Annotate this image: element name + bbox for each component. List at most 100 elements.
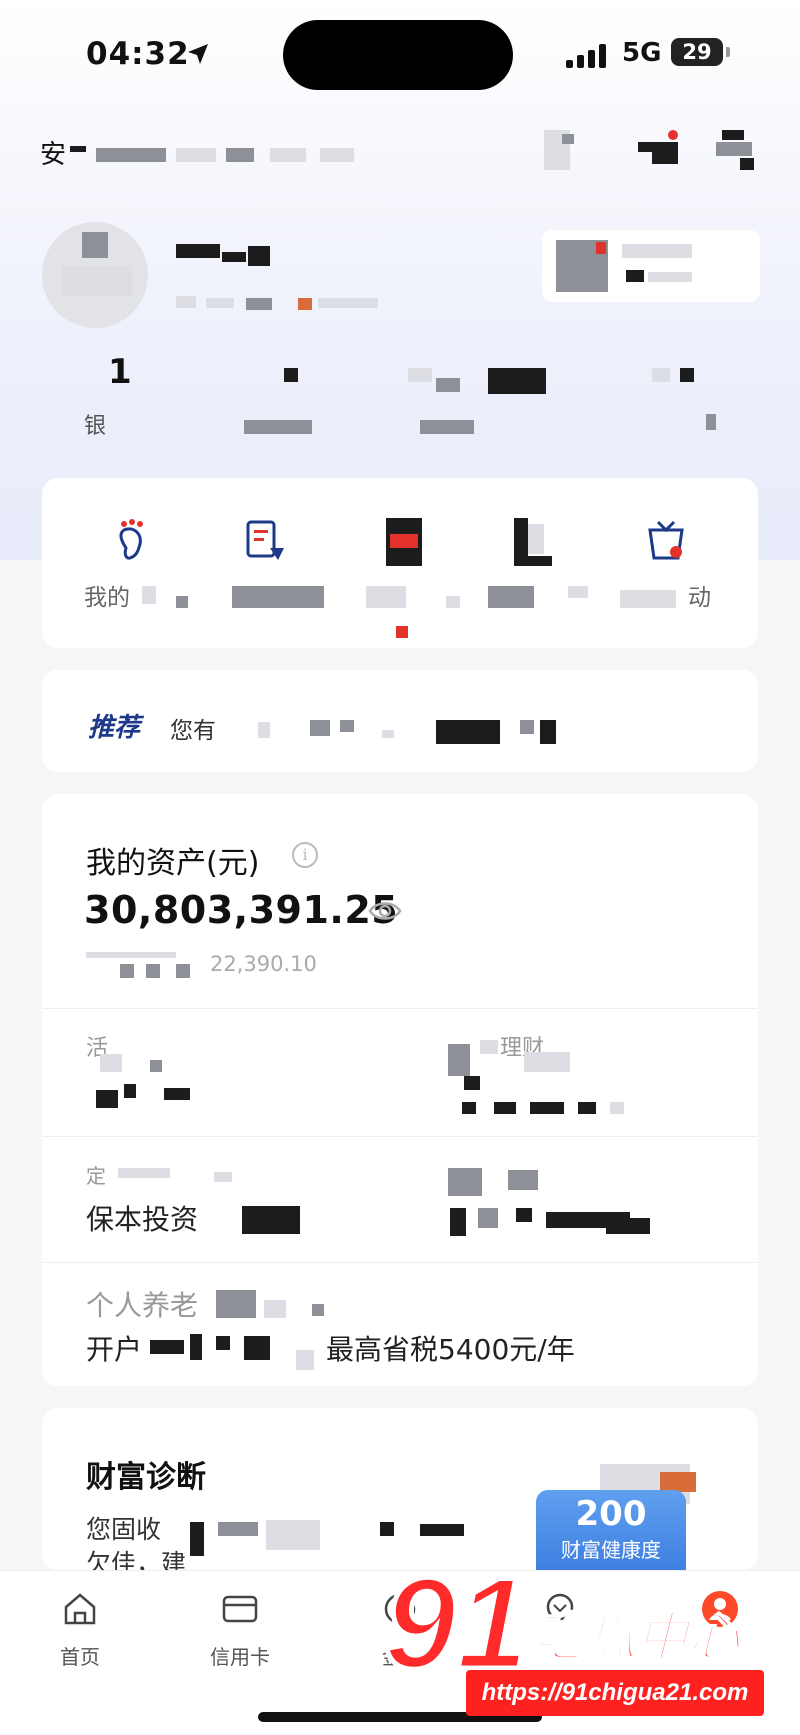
recommend-card[interactable] (42, 670, 758, 772)
redacted-label (620, 590, 676, 608)
redacted-label (366, 586, 406, 608)
message-icon[interactable] (638, 130, 678, 170)
redacted-stat (420, 420, 474, 434)
redacted (530, 1102, 564, 1114)
redacted-text (258, 722, 270, 738)
promo-chip[interactable] (542, 230, 760, 302)
redacted (494, 1102, 516, 1114)
eye-icon[interactable] (368, 898, 402, 924)
redacted-name (176, 244, 220, 258)
redacted-name (222, 252, 246, 262)
watermark-number: 91 (382, 1550, 532, 1696)
redacted-text (270, 148, 306, 162)
bill-icon[interactable] (244, 518, 288, 566)
redacted-label (568, 586, 588, 598)
total-assets: 30,803,391.25 (84, 888, 399, 932)
redacted (218, 1522, 258, 1536)
redacted-name (248, 246, 270, 266)
redacted-label (446, 596, 460, 608)
redacted (380, 1522, 394, 1536)
redacted-label (176, 596, 188, 608)
fixed-deposit-label: 定 (86, 1164, 106, 1188)
yesterday-earnings: 22,390.10 (210, 952, 317, 976)
wealth-line-1: 您固收 (86, 1515, 162, 1544)
battery-icon: 29 (671, 38, 723, 66)
redacted (164, 1088, 190, 1100)
dynamic-island (283, 20, 513, 90)
redacted (448, 1168, 482, 1196)
redacted (516, 1208, 532, 1222)
redacted (578, 1102, 596, 1114)
wealth-score-caption: 财富健康度 (561, 1538, 661, 1562)
redacted-label (142, 586, 156, 604)
tab-credit-card[interactable]: 信用卡 (180, 1589, 300, 1670)
wealth-diagnosis-title: 财富诊断 (86, 1460, 206, 1495)
redacted-text (96, 148, 166, 162)
battery-tip (726, 47, 730, 57)
avatar[interactable] (42, 222, 148, 328)
redacted (610, 1102, 624, 1114)
card-icon (222, 1595, 258, 1623)
pension-text-start: 开户 (86, 1333, 143, 1366)
redacted-sub (176, 964, 190, 978)
document-icon[interactable] (514, 518, 558, 566)
redacted-stat (284, 368, 298, 382)
redacted-text (520, 720, 534, 734)
home-icon (64, 1593, 96, 1625)
recommend-text: 您有 (170, 718, 216, 744)
info-icon[interactable]: i (292, 842, 318, 868)
quick-action-label: 动 (688, 585, 711, 611)
redacted (244, 1336, 270, 1360)
redacted-info (298, 298, 312, 310)
redacted (450, 1208, 466, 1236)
redacted-info (246, 298, 272, 310)
redacted-text (540, 720, 556, 744)
watermark-url: https://91chigua21.com (466, 1670, 764, 1716)
redacted-info (318, 298, 378, 308)
redacted-dot (396, 626, 408, 638)
divider (42, 1262, 758, 1263)
location-arrow-icon (188, 44, 208, 64)
redacted (296, 1350, 314, 1370)
redacted (464, 1076, 480, 1090)
redacted (124, 1084, 136, 1098)
footprint-icon[interactable] (112, 518, 156, 566)
tab-home[interactable]: 首页 (20, 1589, 140, 1670)
wealth-health-badge[interactable]: 200 财富健康度 (536, 1490, 686, 1570)
redacted (264, 1300, 286, 1318)
redacted-info (176, 296, 196, 308)
redacted-sub (120, 964, 134, 978)
stat-label: 银 (84, 414, 107, 439)
divider (42, 1008, 758, 1009)
card-service-icon[interactable] (386, 518, 430, 566)
redacted-stat (488, 368, 546, 394)
redacted-stat (652, 368, 670, 382)
redacted (266, 1520, 320, 1550)
header-title[interactable]: 安 (40, 134, 66, 171)
tax-saving-text: 最高省税5400元/年 (326, 1333, 575, 1366)
service-icon[interactable] (716, 130, 756, 170)
watermark-name: 吃瓜中心 (531, 1607, 741, 1669)
redacted-text (310, 720, 330, 736)
redacted (150, 1060, 162, 1072)
redacted-stat (408, 368, 432, 382)
redacted (478, 1208, 498, 1228)
redacted (214, 1172, 232, 1182)
wealth-score: 200 (575, 1494, 647, 1534)
status-bar: 04:32 5G 29 (0, 0, 800, 110)
personal-pension-label: 个人养老 (86, 1289, 199, 1322)
redacted (190, 1334, 202, 1360)
redacted-label (488, 586, 534, 608)
assets-title: 我的资产(元) (86, 846, 260, 881)
stat-value: 1 (108, 352, 132, 392)
redacted-text (176, 148, 216, 162)
gift-icon[interactable] (644, 518, 688, 566)
scan-icon[interactable] (544, 130, 584, 170)
principal-protected-text: 保本投资 (86, 1203, 199, 1236)
redacted (448, 1044, 470, 1076)
redacted (118, 1168, 170, 1178)
redacted (420, 1524, 464, 1536)
redacted (190, 1522, 204, 1556)
redacted (508, 1170, 538, 1190)
tab-home-label: 首页 (60, 1645, 100, 1669)
